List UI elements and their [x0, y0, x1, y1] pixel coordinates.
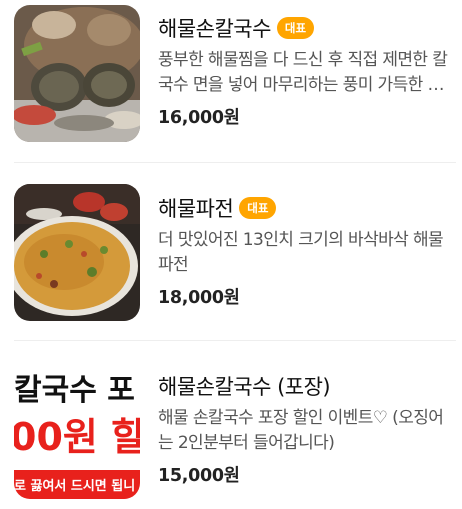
menu-item-description: 풍부한 해물찜을 다 드신 후 직접 제면한 칼국수 면을 넣어 마무리하는 풍… [158, 50, 448, 95]
menu-item-price: 16,000원 [158, 108, 240, 128]
seafood-hotpot-photo [14, 5, 140, 142]
divider [14, 162, 456, 163]
takeout-promo-banner: 칼국수 포 00원 할 로 끓여서 드시면 됩니 [14, 362, 140, 499]
seafood-pancake-photo [14, 184, 140, 321]
menu-item-description: 더 맛있어진 13인치 크기의 바삭바삭 해물파전 [158, 230, 444, 275]
banner-line1: 칼국수 포 [14, 373, 135, 408]
menu-item-name: 해물손칼국수 (포장) [158, 375, 331, 399]
banner-line2: 00원 할 [14, 415, 140, 459]
signature-badge: 대표 [276, 17, 315, 39]
signature-badge: 대표 [239, 197, 277, 219]
banner-line3: 로 끓여서 드시면 됩니 [14, 478, 135, 494]
menu-item-name: 해물손칼국수 [158, 17, 271, 41]
menu-item-description: 해물 손칼국수 포장 할인 이벤트♡ (오징어는 2인분부터 들어갑니다) [158, 408, 444, 453]
menu-item-price: 15,000원 [158, 466, 240, 486]
menu-item-name: 해물파전 [158, 197, 234, 221]
menu-item-seafood-kalguksu[interactable]: 해물손칼국수 대표 풍부한 해물찜을 다 드신 후 직접 제면한 칼국수 면을 … [0, 0, 462, 150]
menu-item-seafood-kalguksu-takeout[interactable]: 칼국수 포 00원 할 로 끓여서 드시면 됩니 해물손칼국수 (포장) 해물 … [0, 358, 462, 508]
menu-item-price: 18,000원 [158, 288, 240, 308]
divider [14, 340, 456, 341]
menu-item-seafood-pancake[interactable]: 해물파전 대표 더 맛있어진 13인치 크기의 바삭바삭 해물파전 18,000… [0, 180, 462, 330]
